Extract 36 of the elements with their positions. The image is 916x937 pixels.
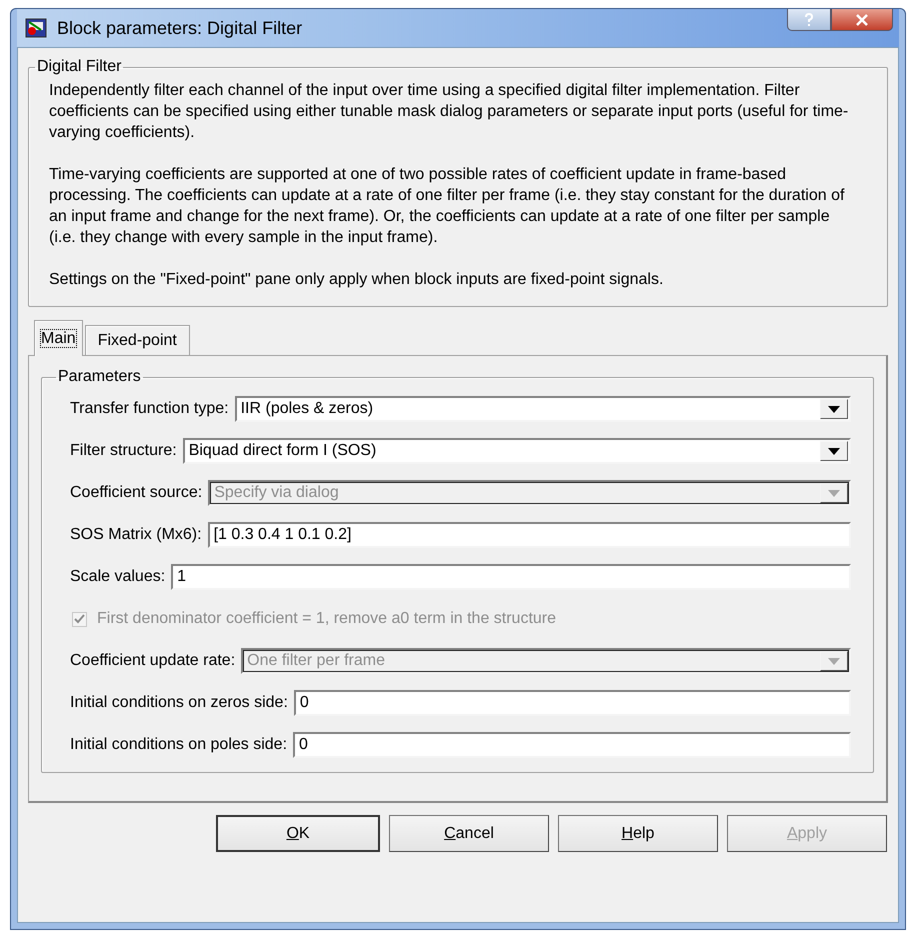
dialog-button[interactable]: OK — [216, 815, 380, 852]
dialog-button[interactable]: Cancel — [389, 815, 549, 852]
description-text: Independently filter each channel of the input over time using a specified digital filter implementation. Filter coefficients can be specified using either tunable mask dialog parameters or separate input ports (useful for time-varying coefficients). — [49, 81, 850, 143]
dropdown[interactable]: IIR (poles & zeros) — [234, 396, 851, 422]
window-title: Block parameters: Digital Filter — [57, 18, 304, 38]
dropdown-arrow-icon — [828, 448, 840, 454]
app-icon — [25, 18, 47, 38]
field-label: Initial conditions on zeros side: — [70, 694, 288, 712]
tab[interactable]: Main — [34, 320, 83, 356]
field-label: Scale values: — [70, 568, 166, 586]
group-title: Digital Filter — [36, 58, 122, 76]
input-field[interactable]: 1 — [171, 564, 851, 590]
close-icon — [855, 14, 869, 26]
checkbox-label: First denominator coefficient = 1, remove a0 term in the structure — [97, 610, 556, 628]
input-field[interactable]: [1 0.3 0.4 1 0.1 0.2] — [208, 522, 851, 548]
field-label: Coefficient update rate: — [70, 652, 236, 670]
dropdown-arrow-icon — [828, 406, 840, 412]
description-text: Time-varying coefficients are supported at one of two possible rates of coefficient update in frame-based processing. The coefficients can update at a rate of one filter per frame (i.e. they stay constant for the duration of an input frame and change for the next frame). Or, the coefficients can update at a rate of one filter per sample (i.e. they change with every sample in the input frame). — [49, 165, 846, 248]
dialog-button[interactable]: Help — [558, 815, 718, 852]
field-label: Coefficient source: — [70, 484, 202, 502]
input-field[interactable]: 0 — [294, 690, 851, 716]
close-button[interactable] — [831, 9, 893, 31]
input-field[interactable]: 0 — [293, 732, 851, 758]
check-icon — [74, 614, 85, 624]
dropdown-arrow-icon — [828, 490, 840, 496]
field-label: SOS Matrix (Mx6): — [70, 526, 202, 544]
tab[interactable]: Fixed-point — [84, 325, 190, 355]
field-label: Filter structure: — [70, 442, 177, 460]
description-text: Settings on the "Fixed-point" pane only apply when block inputs are fixed-point signals. — [49, 270, 664, 290]
help-button[interactable] — [787, 9, 831, 31]
field-label: Initial conditions on poles side: — [70, 736, 288, 754]
help-icon — [804, 12, 814, 26]
dropdown[interactable]: Biquad direct form I (SOS) — [182, 438, 851, 464]
dropdown-arrow-icon — [828, 658, 840, 664]
field-label: Transfer function type: — [70, 400, 229, 418]
group-title: Parameters — [57, 368, 142, 386]
